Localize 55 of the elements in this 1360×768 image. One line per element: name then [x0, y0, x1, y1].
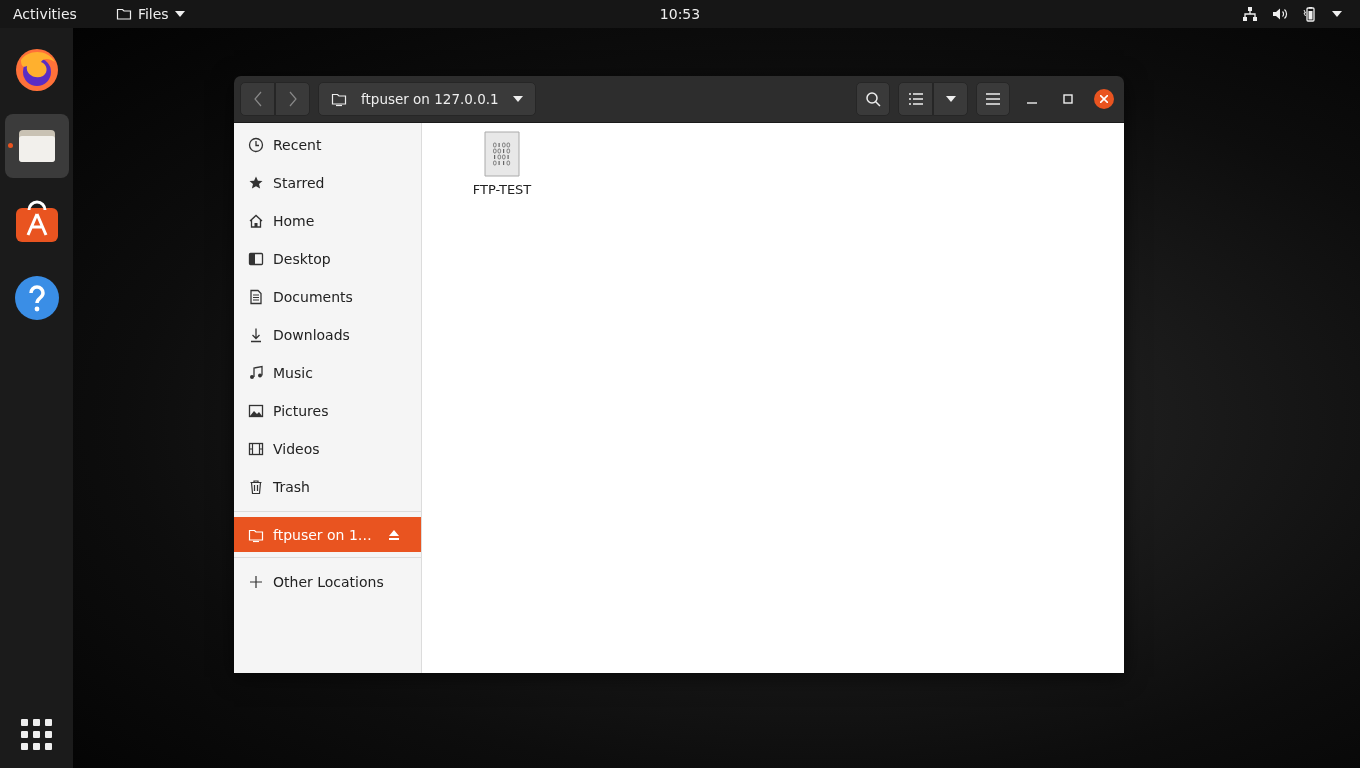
picture-icon [248, 403, 264, 419]
clock[interactable]: 10:53 [659, 6, 701, 22]
download-icon [248, 327, 264, 343]
sidebar-item[interactable]: Pictures [234, 392, 421, 430]
close-icon [1100, 95, 1108, 103]
sidebar-item[interactable]: Home [234, 202, 421, 240]
network-icon [1242, 6, 1258, 22]
list-icon [908, 93, 923, 105]
search-icon [865, 91, 881, 107]
sidebar-item[interactable]: Recent [234, 126, 421, 164]
app-grid-icon [21, 719, 52, 750]
sidebar-item[interactable]: Trash [234, 468, 421, 506]
menu-button[interactable] [976, 82, 1010, 116]
sidebar-item[interactable]: ftpuser on 1… [234, 517, 421, 552]
caret-icon [512, 96, 523, 102]
minimize-icon [1027, 102, 1037, 104]
sidebar-item[interactable]: Music [234, 354, 421, 392]
app-menu[interactable]: Files [115, 0, 185, 28]
search-button[interactable] [856, 82, 890, 116]
plus-icon [248, 574, 264, 590]
sidebar-item[interactable]: Documents [234, 278, 421, 316]
caret-icon [174, 11, 185, 17]
list-view-button[interactable] [898, 82, 933, 116]
caret-icon [1332, 11, 1342, 17]
help-icon [12, 274, 61, 322]
star-icon [248, 175, 264, 191]
chevron-right-icon [287, 91, 298, 107]
eject-icon [389, 529, 399, 540]
file-name[interactable]: FTP-TEST [472, 182, 532, 197]
activities-button[interactable]: Activities [0, 0, 90, 28]
volume-icon [1272, 6, 1288, 22]
folder-icon [115, 6, 132, 22]
maximize-icon [1063, 94, 1073, 104]
home-icon [248, 213, 264, 229]
chevron-left-icon [252, 91, 263, 107]
sidebar-item[interactable]: Videos [234, 430, 421, 468]
sidebar-item[interactable]: Desktop [234, 240, 421, 278]
sidebar-item[interactable]: Starred [234, 164, 421, 202]
dock-item[interactable] [4, 114, 69, 178]
sidebar-item[interactable]: Downloads [234, 316, 421, 354]
menu-icon [986, 93, 1000, 105]
film-icon [248, 441, 264, 457]
sidebar-item[interactable]: Other Locations [234, 563, 421, 601]
view-options-button[interactable] [933, 82, 968, 116]
trash-icon [248, 479, 264, 495]
binary-file-icon [483, 130, 521, 178]
document-icon [248, 289, 264, 305]
clock-icon [248, 137, 264, 153]
desktop-icon [248, 251, 264, 267]
network-folder-icon [331, 91, 347, 107]
battery-icon [1302, 6, 1318, 22]
caret-icon [945, 96, 956, 102]
location-button[interactable]: ftpuser on 127.0.0.1 [318, 82, 536, 116]
music-note-icon [248, 365, 264, 381]
close-button[interactable] [1094, 89, 1114, 109]
